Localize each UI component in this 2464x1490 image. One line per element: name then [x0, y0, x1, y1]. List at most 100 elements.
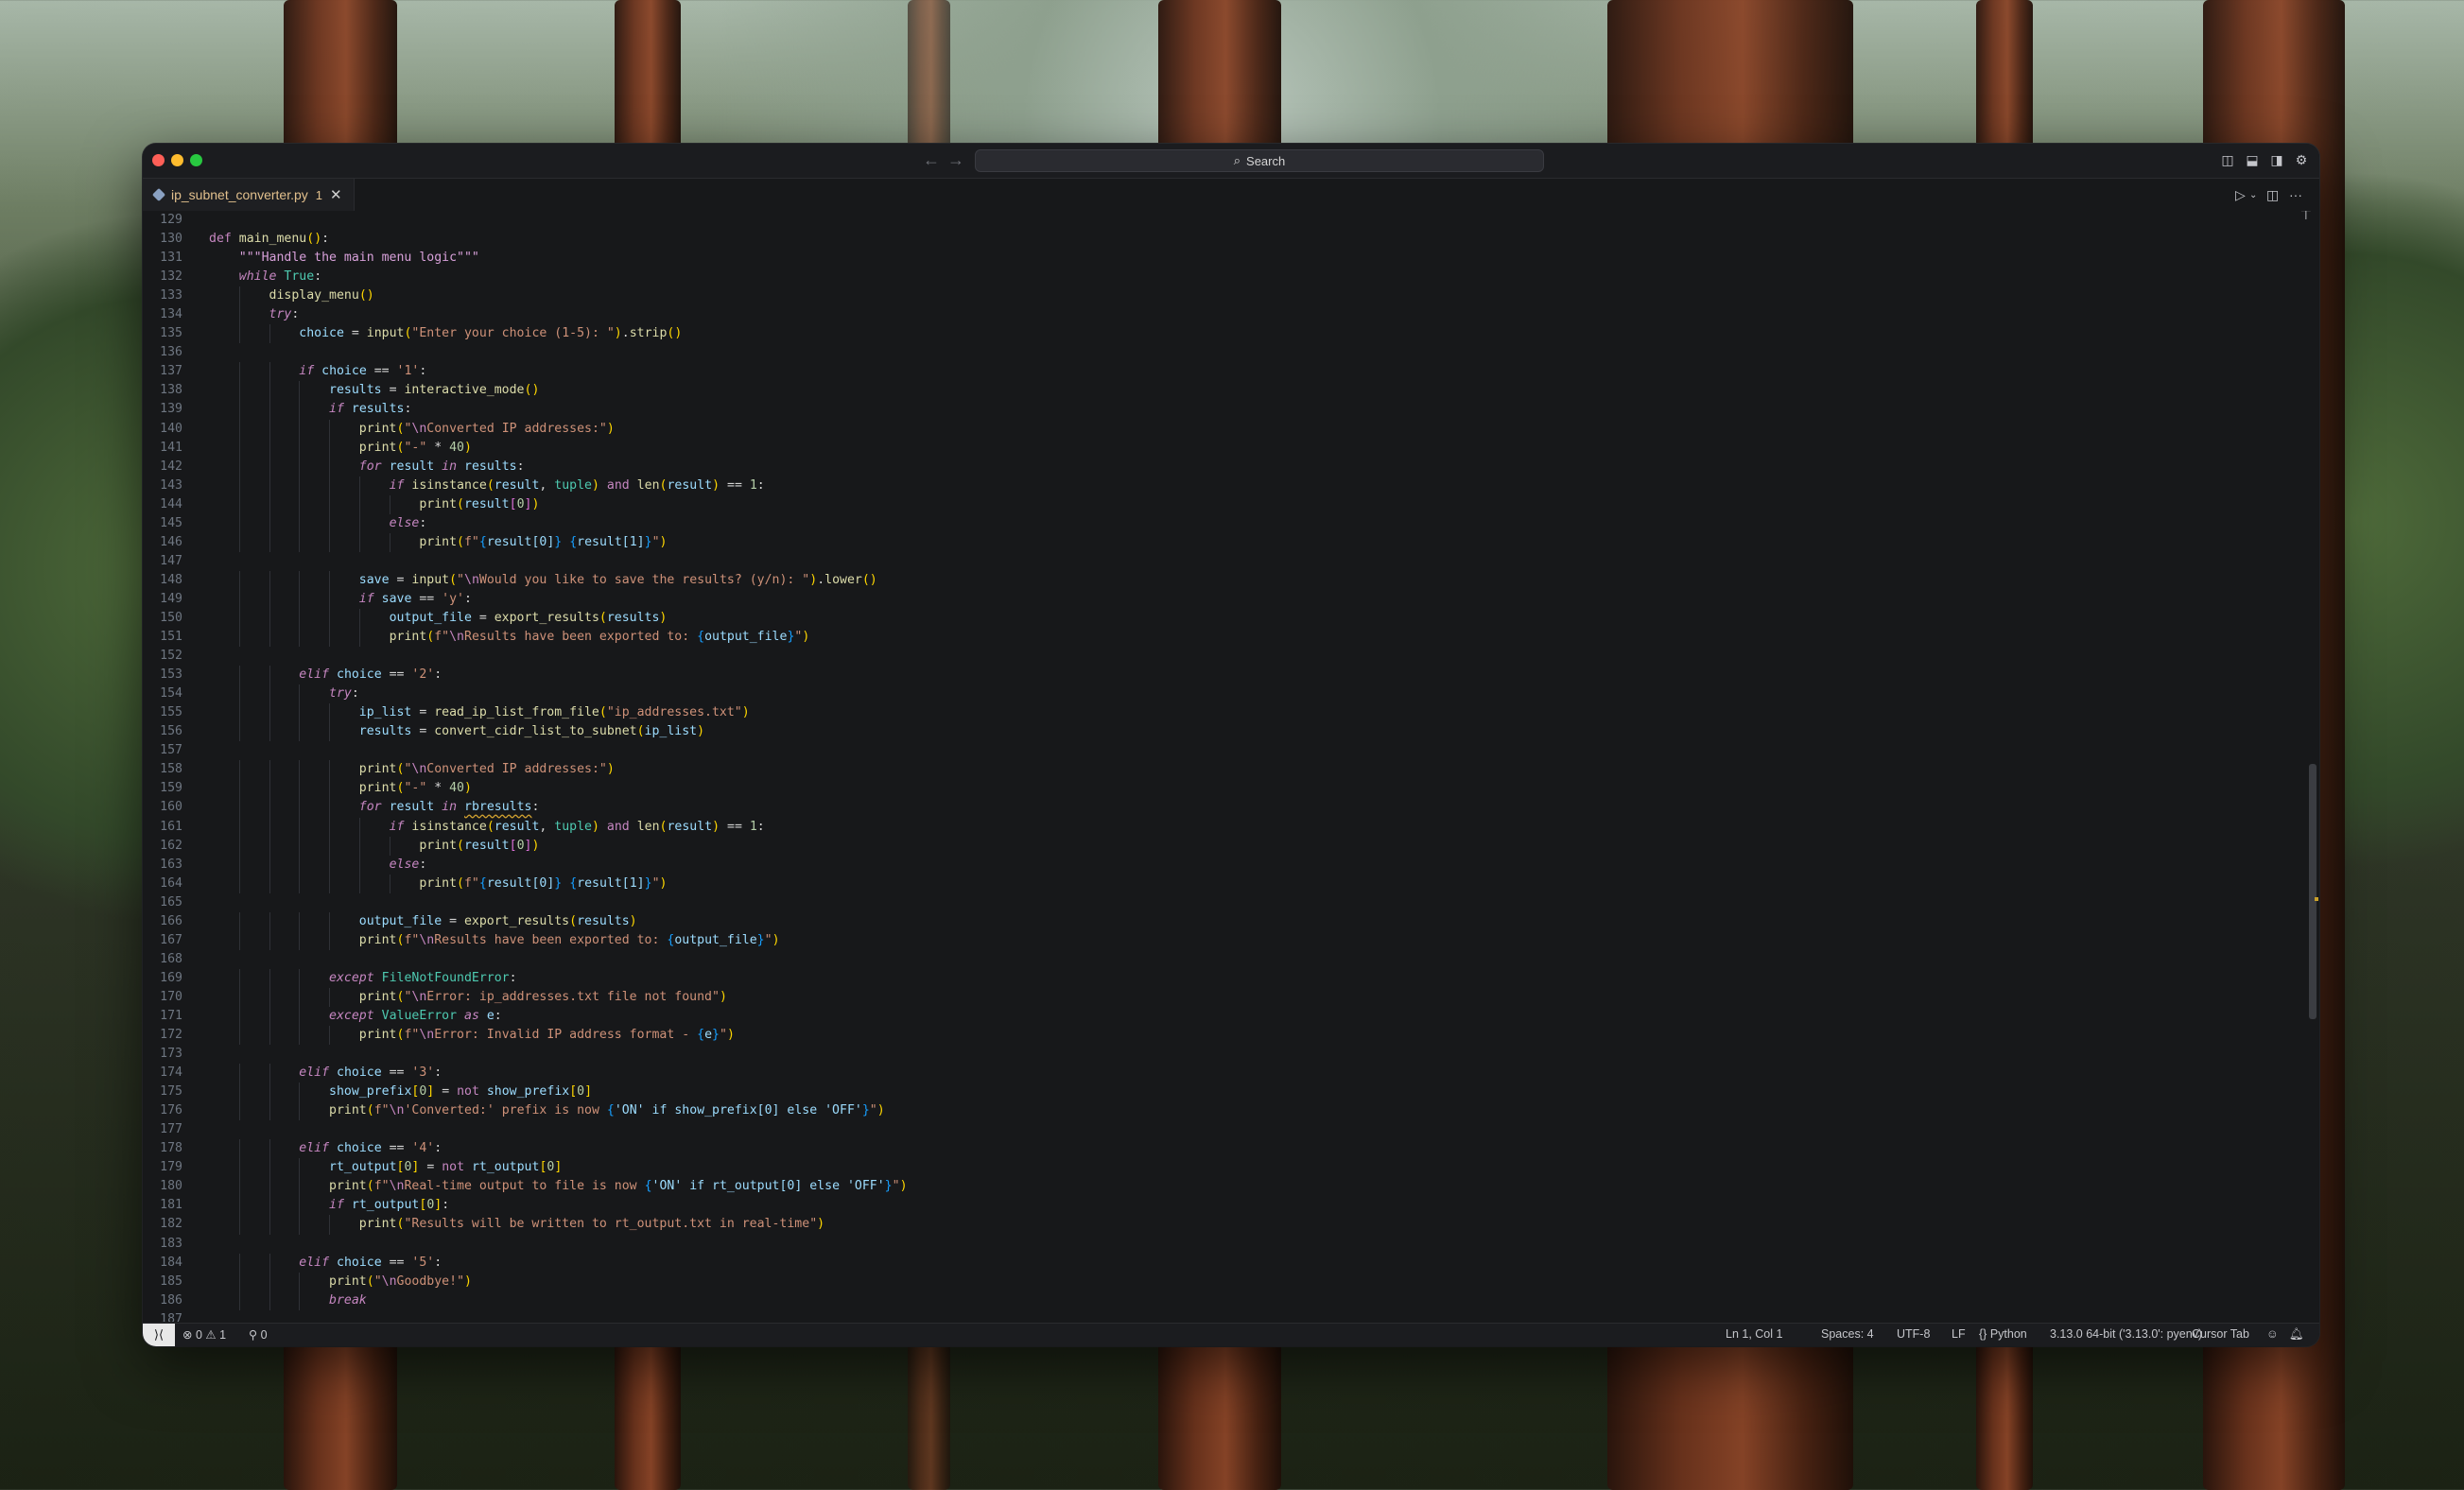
code-line[interactable]: 179 rt_output[0] = not rt_output[0] — [143, 1158, 908, 1178]
toggle-secondary-sidebar-icon[interactable]: ◨ — [2269, 152, 2284, 167]
editor-scrollbar[interactable] — [2306, 211, 2319, 1322]
code-line[interactable]: 185 print("\nGoodbye!") — [143, 1272, 908, 1291]
code-line[interactable]: 151 print(f"\nResults have been exported… — [143, 628, 908, 648]
split-editor-icon[interactable]: ◫ — [2266, 187, 2279, 203]
back-arrow-icon[interactable]: ← — [923, 150, 940, 170]
toggle-panel-icon[interactable]: ⬓ — [2245, 152, 2260, 167]
code-line[interactable]: 175 show_prefix[0] = not show_prefix[0] — [143, 1083, 908, 1102]
encoding-setting[interactable]: UTF-8 — [1897, 1327, 1930, 1341]
code-line[interactable]: 140 print("\nConverted IP addresses:") — [143, 419, 908, 439]
code-line[interactable]: 160 for result in rbresults: — [143, 798, 908, 818]
python-interpreter[interactable]: 3.13.0 64-bit ('3.13.0': pyenv) — [2050, 1327, 2202, 1341]
code-line[interactable]: 187 — [143, 1310, 908, 1322]
code-line[interactable]: 133 display_menu() — [143, 286, 908, 306]
code-line[interactable]: 152 — [143, 647, 908, 666]
code-line[interactable]: 182 print("Results will be written to rt… — [143, 1215, 908, 1235]
eol-setting[interactable]: LF — [1952, 1327, 1966, 1341]
code-line[interactable]: 170 print("\nError: ip_addresses.txt fil… — [143, 987, 908, 1007]
code-line[interactable]: 159 print("-" * 40) — [143, 779, 908, 799]
code-line[interactable]: 171 except ValueError as e: — [143, 1006, 908, 1027]
code-line[interactable]: 161 if isinstance(result, tuple) and len… — [143, 817, 908, 837]
code-line[interactable]: 158 print("\nConverted IP addresses:") — [143, 760, 908, 780]
code-line[interactable]: 148 save = input("\nWould you like to sa… — [143, 570, 908, 590]
run-options-chevron-icon[interactable]: ⌄ — [2249, 190, 2257, 200]
code-line[interactable]: 149 if save == 'y': — [143, 589, 908, 609]
code-line[interactable]: 138 results = interactive_mode() — [143, 381, 908, 401]
code-line[interactable]: 156 results = convert_cidr_list_to_subne… — [143, 722, 908, 742]
toggle-primary-sidebar-icon[interactable]: ◫ — [2220, 152, 2235, 167]
command-search-box[interactable]: ⌕ Search — [975, 149, 1544, 172]
remote-indicator-icon[interactable]: ⟩⟨ — [143, 1324, 175, 1346]
indent-guide — [238, 589, 240, 609]
line-text: print(f"{result[0]} {result[1]}") — [419, 875, 668, 891]
code-line[interactable]: 183 — [143, 1235, 908, 1254]
code-line[interactable]: 186 break — [143, 1291, 908, 1310]
notifications-bell-icon[interactable]: 🔔︎ — [2289, 1327, 2304, 1342]
minimize-window-button[interactable] — [171, 154, 183, 166]
code-line[interactable]: 131 """Handle the main menu logic""" — [143, 249, 908, 268]
code-line[interactable]: 163 else: — [143, 855, 908, 875]
code-line[interactable]: 130 def main_menu(): — [143, 230, 908, 249]
tab-ip-subnet-converter[interactable]: ip_subnet_converter.py 1 ✕ — [143, 179, 355, 211]
code-line[interactable]: 184 elif choice == '5': — [143, 1253, 908, 1273]
problems-indicator[interactable]: ⊗ 0 ⚠ 1 — [182, 1327, 226, 1342]
ports-indicator[interactable]: ⚲ 0 — [249, 1327, 268, 1342]
code-line[interactable]: 165 — [143, 893, 908, 912]
code-line[interactable]: 153 elif choice == '2': — [143, 666, 908, 685]
cursor-tab-status[interactable]: Cursor Tab — [2192, 1327, 2249, 1341]
code-line[interactable]: 178 elif choice == '4': — [143, 1139, 908, 1159]
code-line[interactable]: 166 output_file = export_results(results… — [143, 911, 908, 931]
code-line[interactable]: 150 output_file = export_results(results… — [143, 608, 908, 629]
code-line[interactable]: 181 if rt_output[0]: — [143, 1196, 908, 1216]
code-line[interactable]: 142 for result in results: — [143, 457, 908, 476]
close-window-button[interactable] — [152, 154, 165, 166]
code-line[interactable]: 174 elif choice == '3': — [143, 1064, 908, 1083]
code-line[interactable]: 147 — [143, 552, 908, 571]
code-line[interactable]: 135 choice = input("Enter your choice (1… — [143, 324, 908, 344]
scrollbar-thumb[interactable] — [2309, 764, 2317, 1019]
code-line[interactable]: 137 if choice == '1': — [143, 362, 908, 382]
code-line[interactable]: 162 print(result[0]) — [143, 836, 908, 856]
indent-guide — [269, 513, 270, 533]
more-actions-icon[interactable]: ··· — [2289, 187, 2302, 202]
language-mode[interactable]: {} Python — [1979, 1327, 2027, 1341]
code-line[interactable]: 164 print(f"{result[0]} {result[1]}") — [143, 874, 908, 893]
line-number: 155 — [160, 705, 182, 720]
code-line[interactable]: 176 print(f"\n'Converted:' prefix is now… — [143, 1101, 908, 1121]
code-line[interactable]: 177 — [143, 1120, 908, 1139]
code-line[interactable]: 168 — [143, 950, 908, 969]
code-line[interactable]: 167 print(f"\nResults have been exported… — [143, 930, 908, 950]
indent-guide — [299, 684, 301, 704]
code-line[interactable]: 143 if isinstance(result, tuple) and len… — [143, 476, 908, 495]
code-line[interactable]: 146 print(f"{result[0]} {result[1]}") — [143, 532, 908, 552]
indent-guide — [329, 1026, 331, 1046]
code-line[interactable]: 180 print(f"\nReal-time output to file i… — [143, 1177, 908, 1197]
code-line[interactable]: 141 print("-" * 40) — [143, 438, 908, 458]
code-line[interactable]: 154 try: — [143, 684, 908, 704]
code-line[interactable]: 173 — [143, 1045, 908, 1064]
line-text: try: — [329, 686, 359, 702]
code-line[interactable]: 139 if results: — [143, 400, 908, 420]
settings-gear-icon[interactable]: ⚙ — [2294, 152, 2309, 167]
code-line[interactable]: 129 — [143, 211, 908, 230]
code-line[interactable]: 145 else: — [143, 513, 908, 533]
copilot-icon[interactable]: ☺ — [2266, 1327, 2279, 1341]
code-line[interactable]: 172 print(f"\nError: Invalid IP address … — [143, 1026, 908, 1046]
code-line[interactable]: 157 — [143, 741, 908, 760]
code-line[interactable]: 155 ip_list = read_ip_list_from_file("ip… — [143, 703, 908, 723]
run-python-file-icon[interactable]: ▷ — [2235, 187, 2246, 203]
zoom-window-button[interactable] — [190, 154, 202, 166]
code-line[interactable]: 144 print(result[0]) — [143, 494, 908, 514]
cursor-position[interactable]: Ln 1, Col 1 — [1726, 1327, 1782, 1341]
forward-arrow-icon[interactable]: → — [947, 150, 964, 170]
code-line[interactable]: 132 while True: — [143, 268, 908, 286]
indent-guide — [359, 817, 360, 837]
line-number: 185 — [160, 1273, 182, 1289]
code-line[interactable]: 134 try: — [143, 305, 908, 325]
indentation-setting[interactable]: Spaces: 4 — [1821, 1327, 1874, 1341]
line-number: 174 — [160, 1066, 182, 1081]
code-editor[interactable]: 129 130 def main_menu(): 131 """Handle the … — [143, 211, 2319, 1322]
code-line[interactable]: 169 except FileNotFoundError: — [143, 968, 908, 988]
code-line[interactable]: 136 — [143, 343, 908, 362]
close-tab-icon[interactable]: ✕ — [330, 186, 342, 203]
